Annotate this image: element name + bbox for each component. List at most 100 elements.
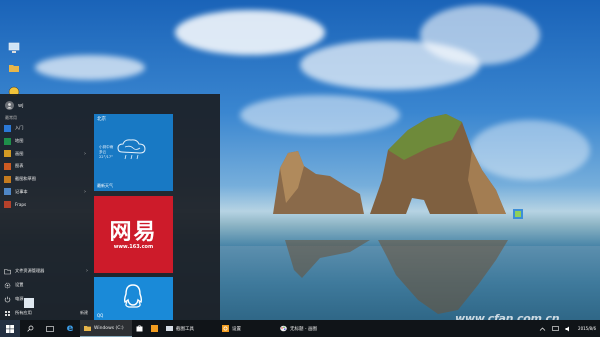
app-label: 截图和草图 [15, 176, 36, 182]
settings-button[interactable]: 设置 [4, 278, 88, 292]
file-explorer-button[interactable]: 文件资源管理器 › [4, 264, 88, 278]
chevron-right-icon[interactable]: › [86, 268, 88, 274]
taskbar-app-label: 设置 [232, 326, 241, 332]
snip-icon [4, 175, 11, 183]
task-view-icon [46, 325, 54, 332]
app-label: Fraps [15, 201, 27, 207]
all-apps-button[interactable]: 所有应用 新建 [4, 306, 88, 320]
desktop-icon-folder[interactable] [4, 62, 24, 76]
start-menu: wj 最常用 入门 地图 画图 › 图表 截图和草图 记事本 › Fraps 文… [0, 94, 220, 321]
most-used-label: 最常用 [5, 115, 17, 120]
weather-line3: 22°/17° [99, 155, 113, 159]
chevron-right-icon[interactable]: › [84, 189, 86, 195]
netease-url: www.163.com [113, 244, 154, 250]
paint-icon [4, 150, 11, 158]
start-menu-bottom: 文件资源管理器 › 设置 电源 所有应用 新建 [4, 264, 88, 320]
cloud [35, 55, 145, 80]
folder-icon [4, 268, 11, 275]
computer-icon [8, 42, 20, 53]
new-label: 新建 [80, 310, 88, 315]
edge-button[interactable]: e [60, 320, 80, 337]
taskbar-app-settings[interactable]: 设置 [218, 320, 276, 337]
app-label: 画图 [15, 150, 24, 156]
power-button[interactable]: 电源 [4, 292, 88, 306]
weather-city: 北京 [97, 117, 106, 122]
small-rock [273, 151, 364, 214]
chart-icon [4, 162, 11, 170]
volume-icon[interactable] [565, 326, 572, 332]
app-item-maps[interactable]: 地图 [4, 135, 86, 148]
app-item-chart[interactable]: 图表 [4, 160, 86, 173]
arch-reflection [378, 240, 508, 314]
paint-icon [280, 325, 287, 332]
gear-icon [4, 282, 11, 289]
search-icon [26, 325, 33, 332]
clock-date: 2015/8/6 [578, 326, 596, 331]
power-label: 电源 [15, 296, 24, 301]
app-label: 入门 [15, 125, 24, 131]
arch-rock [370, 114, 506, 214]
chevron-right-icon[interactable]: › [84, 151, 86, 157]
avatar [5, 101, 14, 110]
weather-footer: 最新天气 [97, 183, 113, 188]
tile-weather[interactable]: 北京 小到中雨 多云 22°/17° 最新天气 [94, 114, 173, 191]
taskbar-app-explorer[interactable]: Windows (C:) [80, 320, 132, 337]
rock-reflection [285, 240, 370, 278]
app-item-notepad[interactable]: 记事本 › [4, 185, 86, 198]
start-button[interactable] [0, 320, 20, 337]
all-apps-label: 所有应用 [15, 310, 32, 315]
taskbar-app-image[interactable] [147, 320, 162, 337]
settings-label: 设置 [15, 282, 24, 287]
desktop-icon-network-2[interactable] [508, 208, 528, 222]
app-label: 记事本 [15, 188, 28, 194]
taskbar-app-label: 截图工具 [176, 326, 194, 332]
cloud [420, 5, 540, 65]
task-view-button[interactable] [40, 320, 60, 337]
fraps-icon [4, 200, 11, 208]
user-account[interactable]: wj [5, 101, 23, 110]
tile-netease[interactable]: 网易 www.163.com [94, 196, 173, 273]
app-label: 地图 [15, 138, 24, 144]
qq-label: QQ [97, 313, 104, 318]
most-used-list: 入门 地图 画图 › 图表 截图和草图 记事本 › Fraps [4, 122, 86, 211]
search-button[interactable] [20, 320, 40, 337]
snip-icon [166, 326, 173, 331]
app-item-paint[interactable]: 画图 › [4, 147, 86, 160]
start-menu-left-column: wj 最常用 入门 地图 画图 › 图表 截图和草图 记事本 › Fraps 文… [0, 94, 90, 321]
cloud-rain-icon [117, 139, 146, 160]
maps-icon [4, 137, 11, 145]
taskbar-app-label: 无标题 - 画图 [290, 326, 317, 332]
tile-qq[interactable]: QQ [94, 277, 173, 321]
taskbar-app-label: Windows (C:) [94, 325, 124, 331]
app-label: 图表 [15, 163, 24, 169]
file-explorer-label: 文件资源管理器 [15, 268, 45, 273]
taskbar-app-snipping[interactable]: 截图工具 [162, 320, 218, 337]
folder-icon [9, 65, 19, 72]
image-icon [151, 325, 158, 332]
network-icon [513, 209, 523, 219]
app-item-snip[interactable]: 截图和草图 [4, 173, 86, 186]
edge-icon: e [66, 322, 74, 334]
user-name: wj [18, 102, 24, 109]
chevron-up-icon[interactable] [539, 326, 546, 332]
window-icon[interactable] [24, 298, 34, 308]
notepad-icon [4, 188, 11, 196]
store-icon [136, 325, 143, 332]
cloud [175, 10, 325, 55]
system-tray: 2015/8/6 [539, 320, 596, 337]
network-icon[interactable] [552, 325, 559, 332]
app-item-fraps[interactable]: Fraps [4, 198, 86, 211]
taskbar: e Windows (C:) 截图工具 设置 无标题 - 画图 2015/8/6 [0, 320, 600, 337]
desktop-icon-computer[interactable] [4, 42, 24, 56]
app-item-getstarted[interactable]: 入门 [4, 122, 86, 135]
apps-icon [4, 310, 11, 317]
taskbar-app-paint[interactable]: 无标题 - 画图 [276, 320, 344, 337]
folder-icon [84, 326, 91, 331]
netease-logo: 网易 [109, 219, 158, 245]
clock[interactable]: 2015/8/6 [578, 326, 596, 331]
lightbulb-icon [4, 124, 11, 132]
power-icon [4, 296, 11, 303]
windows-logo-icon [6, 324, 14, 333]
user-icon [7, 103, 12, 109]
taskbar-app-store[interactable] [132, 320, 147, 337]
